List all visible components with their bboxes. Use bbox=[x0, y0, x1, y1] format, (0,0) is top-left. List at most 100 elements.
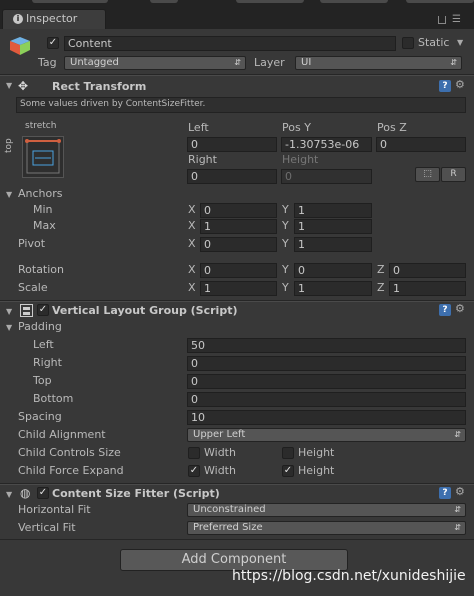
controls-height-label: Height bbox=[298, 446, 335, 459]
child-alignment-label: Child Alignment bbox=[18, 428, 106, 441]
rotation-y-input[interactable]: 0 bbox=[294, 263, 372, 278]
gameobject-cube-icon bbox=[10, 37, 30, 55]
controls-height-checkbox[interactable] bbox=[282, 447, 294, 459]
posy-input[interactable]: -1.30753e-06 bbox=[281, 137, 372, 152]
z-label: Z bbox=[377, 263, 385, 276]
anchor-min-x-input[interactable]: 0 bbox=[200, 203, 277, 218]
padding-left-input[interactable]: 50 bbox=[187, 338, 466, 353]
pivot-x-input[interactable]: 0 bbox=[200, 237, 277, 252]
posz-input[interactable]: 0 bbox=[376, 137, 466, 152]
padding-label: Padding bbox=[18, 320, 62, 333]
spacing-label: Spacing bbox=[18, 410, 62, 423]
foldout-arrow-icon[interactable]: ▼ bbox=[6, 490, 12, 499]
updown-icon: ⇵ bbox=[450, 58, 457, 67]
rect-transform-title[interactable]: Rect Transform bbox=[52, 80, 146, 93]
divider bbox=[0, 484, 474, 485]
right-input[interactable]: 0 bbox=[187, 169, 277, 184]
updown-icon: ⇵ bbox=[454, 505, 461, 514]
height-input: 0 bbox=[281, 169, 372, 184]
help-icon[interactable]: ? bbox=[439, 304, 451, 316]
active-checkbox[interactable]: ✓ bbox=[47, 37, 59, 49]
scale-x-input[interactable]: 1 bbox=[200, 281, 277, 296]
pivot-label: Pivot bbox=[18, 237, 46, 250]
divider bbox=[0, 75, 474, 76]
anchor-preset-side-label: top bbox=[4, 138, 14, 153]
toolbar-button[interactable] bbox=[32, 0, 108, 3]
posz-label: Pos Z bbox=[377, 121, 407, 134]
size-fitter-enabled-checkbox[interactable]: ✓ bbox=[37, 487, 49, 499]
y-label: Y bbox=[282, 281, 289, 294]
dotted-rect-icon: ⬚ bbox=[423, 169, 432, 179]
toolbar-button[interactable] bbox=[236, 0, 304, 3]
toolbar-button[interactable] bbox=[150, 0, 178, 3]
y-label: Y bbox=[282, 263, 289, 276]
scale-z-input[interactable]: 1 bbox=[389, 281, 466, 296]
x-label: X bbox=[188, 203, 196, 216]
controls-width-label: Width bbox=[204, 446, 236, 459]
rotation-x-input[interactable]: 0 bbox=[200, 263, 277, 278]
posy-label: Pos Y bbox=[282, 121, 311, 134]
horizontal-fit-label: Horizontal Fit bbox=[18, 503, 91, 516]
y-label: Y bbox=[282, 203, 289, 216]
foldout-arrow-icon[interactable]: ▼ bbox=[6, 190, 12, 199]
pivot-y-input[interactable]: 1 bbox=[294, 237, 372, 252]
layer-dropdown[interactable]: UI ⇵ bbox=[295, 56, 462, 70]
padding-right-input[interactable]: 0 bbox=[187, 356, 466, 371]
updown-icon: ⇵ bbox=[454, 523, 461, 532]
anchor-preset-top-label: stretch bbox=[25, 121, 57, 131]
horizontal-fit-dropdown[interactable]: Unconstrained ⇵ bbox=[187, 503, 466, 517]
vertical-layout-enabled-checkbox[interactable]: ✓ bbox=[37, 304, 49, 316]
anchor-max-label: Max bbox=[33, 219, 56, 232]
horizontal-fit-value: Unconstrained bbox=[193, 504, 266, 515]
gear-icon[interactable]: ⚙ bbox=[455, 485, 465, 498]
divider bbox=[0, 539, 474, 540]
padding-left-label: Left bbox=[33, 338, 54, 351]
rotation-z-input[interactable]: 0 bbox=[389, 263, 466, 278]
vertical-fit-label: Vertical Fit bbox=[18, 521, 76, 534]
blueprint-mode-button[interactable]: ⬚ bbox=[415, 167, 440, 182]
y-label: Y bbox=[282, 219, 289, 232]
toolbar-button[interactable] bbox=[320, 0, 388, 3]
x-label: X bbox=[188, 219, 196, 232]
foldout-arrow-icon[interactable]: ▼ bbox=[6, 307, 12, 316]
spacing-input[interactable]: 10 bbox=[187, 410, 466, 425]
padding-top-label: Top bbox=[33, 374, 52, 387]
object-name-input[interactable]: Content bbox=[64, 36, 396, 51]
rect-transform-icon: ✥ bbox=[18, 79, 29, 93]
child-alignment-dropdown[interactable]: Upper Left ⇵ bbox=[187, 428, 466, 442]
vertical-layout-title[interactable]: Vertical Layout Group (Script) bbox=[52, 304, 237, 317]
force-height-checkbox[interactable]: ✓ bbox=[282, 465, 294, 477]
left-input[interactable]: 0 bbox=[187, 137, 277, 152]
padding-bottom-input[interactable]: 0 bbox=[187, 392, 466, 407]
padding-top-input[interactable]: 0 bbox=[187, 374, 466, 389]
lock-icon[interactable] bbox=[438, 16, 446, 24]
static-dropdown-icon[interactable]: ▼ bbox=[457, 38, 463, 47]
controls-width-checkbox[interactable] bbox=[188, 447, 200, 459]
foldout-arrow-icon[interactable]: ▼ bbox=[6, 81, 12, 90]
tag-dropdown[interactable]: Untagged ⇵ bbox=[64, 56, 246, 70]
child-alignment-value: Upper Left bbox=[193, 429, 246, 440]
anchor-max-x-input[interactable]: 1 bbox=[200, 219, 277, 234]
force-width-checkbox[interactable]: ✓ bbox=[188, 465, 200, 477]
scale-y-input[interactable]: 1 bbox=[294, 281, 372, 296]
anchor-preset-button[interactable] bbox=[22, 136, 64, 178]
gear-icon[interactable]: ⚙ bbox=[455, 78, 465, 91]
toolbar-button[interactable] bbox=[406, 0, 474, 3]
static-checkbox[interactable] bbox=[402, 37, 414, 49]
help-icon[interactable]: ? bbox=[439, 80, 451, 92]
anchor-max-y-input[interactable]: 1 bbox=[294, 219, 372, 234]
vertical-fit-dropdown[interactable]: Preferred Size ⇵ bbox=[187, 521, 466, 535]
updown-icon: ⇵ bbox=[234, 58, 241, 67]
vertical-fit-value: Preferred Size bbox=[193, 522, 263, 533]
foldout-arrow-icon[interactable]: ▼ bbox=[6, 323, 12, 332]
gear-icon[interactable]: ⚙ bbox=[455, 302, 465, 315]
layer-value: UI bbox=[301, 57, 312, 68]
size-fitter-title[interactable]: Content Size Fitter (Script) bbox=[52, 487, 220, 500]
raw-edit-button[interactable]: R bbox=[441, 167, 466, 182]
menu-icon[interactable]: ☰ bbox=[452, 14, 461, 25]
updown-icon: ⇵ bbox=[454, 430, 461, 439]
anchor-min-label: Min bbox=[33, 203, 53, 216]
info-icon: i bbox=[13, 14, 23, 24]
anchor-min-y-input[interactable]: 1 bbox=[294, 203, 372, 218]
help-icon[interactable]: ? bbox=[439, 487, 451, 499]
